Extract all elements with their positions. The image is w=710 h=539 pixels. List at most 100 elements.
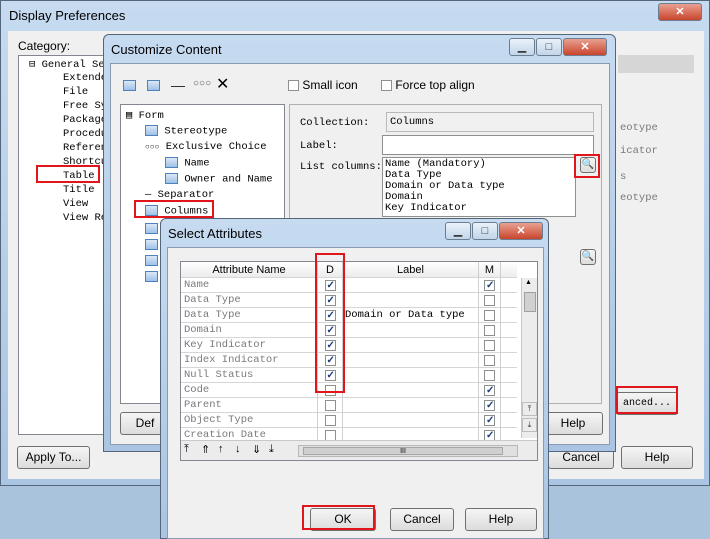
tree-item-general[interactable]: ⊟ General Se [29, 58, 105, 71]
table-row[interactable]: Name [181, 278, 517, 293]
mandatory-cell[interactable] [479, 353, 501, 368]
column-header-label[interactable]: Label [343, 262, 479, 278]
table-row[interactable]: Key Indicator [181, 338, 517, 353]
close-button[interactable]: ✕ [563, 38, 607, 56]
tree-item-stereotype[interactable]: Stereotype [145, 125, 227, 137]
mandatory-cell[interactable] [479, 398, 501, 413]
mandatory-cell[interactable] [479, 383, 501, 398]
mandatory-checkbox[interactable] [484, 383, 495, 398]
tree-item[interactable]: Referen [63, 142, 107, 154]
table-row[interactable]: Index Indicator [181, 353, 517, 368]
label-cell[interactable] [343, 278, 479, 293]
mandatory-cell[interactable] [479, 368, 501, 383]
mandatory-cell[interactable] [479, 278, 501, 293]
label-cell[interactable] [343, 368, 479, 383]
label-cell[interactable] [343, 338, 479, 353]
move-up-icon[interactable]: ↑ [218, 443, 224, 455]
table-row[interactable]: Data Type Domain or Data type [181, 308, 517, 323]
move-bottom-icon[interactable]: ⤓ [522, 418, 537, 432]
maximize-button[interactable]: □ [472, 222, 498, 240]
close-button[interactable]: ✕ [499, 222, 543, 240]
tree-item[interactable]: Free Sy [63, 100, 107, 112]
tree-item-name[interactable]: Name [165, 157, 210, 169]
mandatory-cell[interactable] [479, 413, 501, 428]
help-button[interactable]: Help [621, 446, 693, 469]
label-cell[interactable] [343, 383, 479, 398]
display-checkbox[interactable] [324, 415, 336, 427]
mandatory-checkbox[interactable] [484, 413, 495, 428]
tree-item-form[interactable]: ▤ Form [126, 109, 164, 122]
mandatory-checkbox[interactable] [484, 340, 495, 352]
table-row[interactable]: Domain [181, 323, 517, 338]
display-checkbox[interactable] [324, 400, 336, 412]
scrollbar-thumb[interactable]: III [303, 447, 503, 455]
table-row[interactable]: Parent [181, 398, 517, 413]
table-row[interactable]: Null Status [181, 368, 517, 383]
display-cell[interactable] [318, 413, 343, 428]
label-cell[interactable] [343, 293, 479, 308]
mandatory-cell[interactable] [479, 308, 501, 323]
help-button[interactable]: Help [543, 412, 603, 435]
move-up-icon[interactable]: ⇑ [201, 443, 210, 456]
force-top-align-checkbox[interactable] [381, 80, 392, 92]
label-cell[interactable] [343, 398, 479, 413]
list-columns-box[interactable]: Name (Mandatory) Data Type Domain or Dat… [382, 157, 576, 217]
tree-item[interactable]: Extende [63, 72, 107, 84]
maximize-button[interactable]: □ [536, 38, 562, 56]
mandatory-checkbox[interactable] [484, 278, 495, 293]
apply-to-button[interactable]: Apply To... [17, 446, 90, 469]
scrollbar-up-icon[interactable]: ▲ [525, 279, 532, 286]
line-icon[interactable] [171, 86, 185, 87]
display-cell[interactable] [318, 398, 343, 413]
properties-icon[interactable] [147, 80, 160, 91]
tree-item[interactable]: Procedu [63, 128, 107, 140]
label-cell[interactable] [343, 323, 479, 338]
tree-item-exclusive-choice[interactable]: ○○○ Exclusive Choice [145, 141, 267, 153]
move-down-icon[interactable]: ↓ [235, 443, 241, 455]
tree-item[interactable]: File [63, 86, 88, 98]
tree-item-owner-and-name[interactable]: Owner and Name [165, 173, 273, 185]
label-cell[interactable]: Domain or Data type [343, 308, 479, 323]
close-button[interactable]: ✕ [658, 3, 702, 21]
tree-item[interactable]: View Re [63, 212, 107, 224]
mandatory-cell[interactable] [479, 338, 501, 353]
browse-icon[interactable]: 🔍 [580, 249, 596, 265]
mandatory-checkbox[interactable] [484, 325, 495, 337]
table-row[interactable]: Data Type [181, 293, 517, 308]
properties-icon[interactable] [123, 80, 136, 91]
chain-icon[interactable]: ○○○ [193, 78, 211, 89]
minimize-button[interactable]: ▁ [445, 222, 471, 240]
tree-item[interactable]: Title [63, 184, 95, 196]
label-cell[interactable] [343, 353, 479, 368]
small-icon-checkbox[interactable] [288, 80, 299, 92]
delete-icon[interactable]: ✕ [216, 74, 229, 94]
move-bottom-icon[interactable]: ⤓ [269, 443, 274, 456]
tree-item[interactable]: Package [63, 114, 107, 126]
table-row[interactable]: Code [181, 383, 517, 398]
label-cell[interactable] [343, 413, 479, 428]
label-input[interactable] [382, 135, 594, 155]
move-down-icon[interactable]: ⇓ [252, 443, 261, 456]
mandatory-checkbox[interactable] [484, 370, 495, 382]
mandatory-checkbox[interactable] [484, 310, 495, 322]
minimize-button[interactable]: ▁ [509, 38, 535, 56]
column-header-attribute[interactable]: Attribute Name [181, 262, 318, 278]
small-icon-option[interactable]: Small icon [288, 78, 358, 92]
horizontal-scrollbar[interactable]: III [298, 445, 518, 457]
column-header-m[interactable]: M [479, 262, 501, 278]
move-top-icon[interactable]: ⤒ [522, 402, 537, 416]
table-row[interactable]: Object Type [181, 413, 517, 428]
cancel-button[interactable]: Cancel [390, 508, 454, 531]
fragment-text: eotype [620, 192, 658, 204]
mandatory-checkbox[interactable] [484, 398, 495, 413]
attributes-grid[interactable]: Attribute Name D Label M NameData TypeDa… [180, 261, 538, 461]
help-button[interactable]: Help [465, 508, 537, 531]
mandatory-cell[interactable] [479, 323, 501, 338]
mandatory-checkbox[interactable] [484, 295, 495, 307]
move-top-icon[interactable]: ⤒ [184, 443, 189, 456]
mandatory-checkbox[interactable] [484, 355, 495, 367]
tree-item[interactable]: View [63, 198, 88, 210]
scrollbar-thumb[interactable] [524, 292, 536, 312]
mandatory-cell[interactable] [479, 293, 501, 308]
force-top-align-option[interactable]: Force top align [381, 78, 475, 92]
